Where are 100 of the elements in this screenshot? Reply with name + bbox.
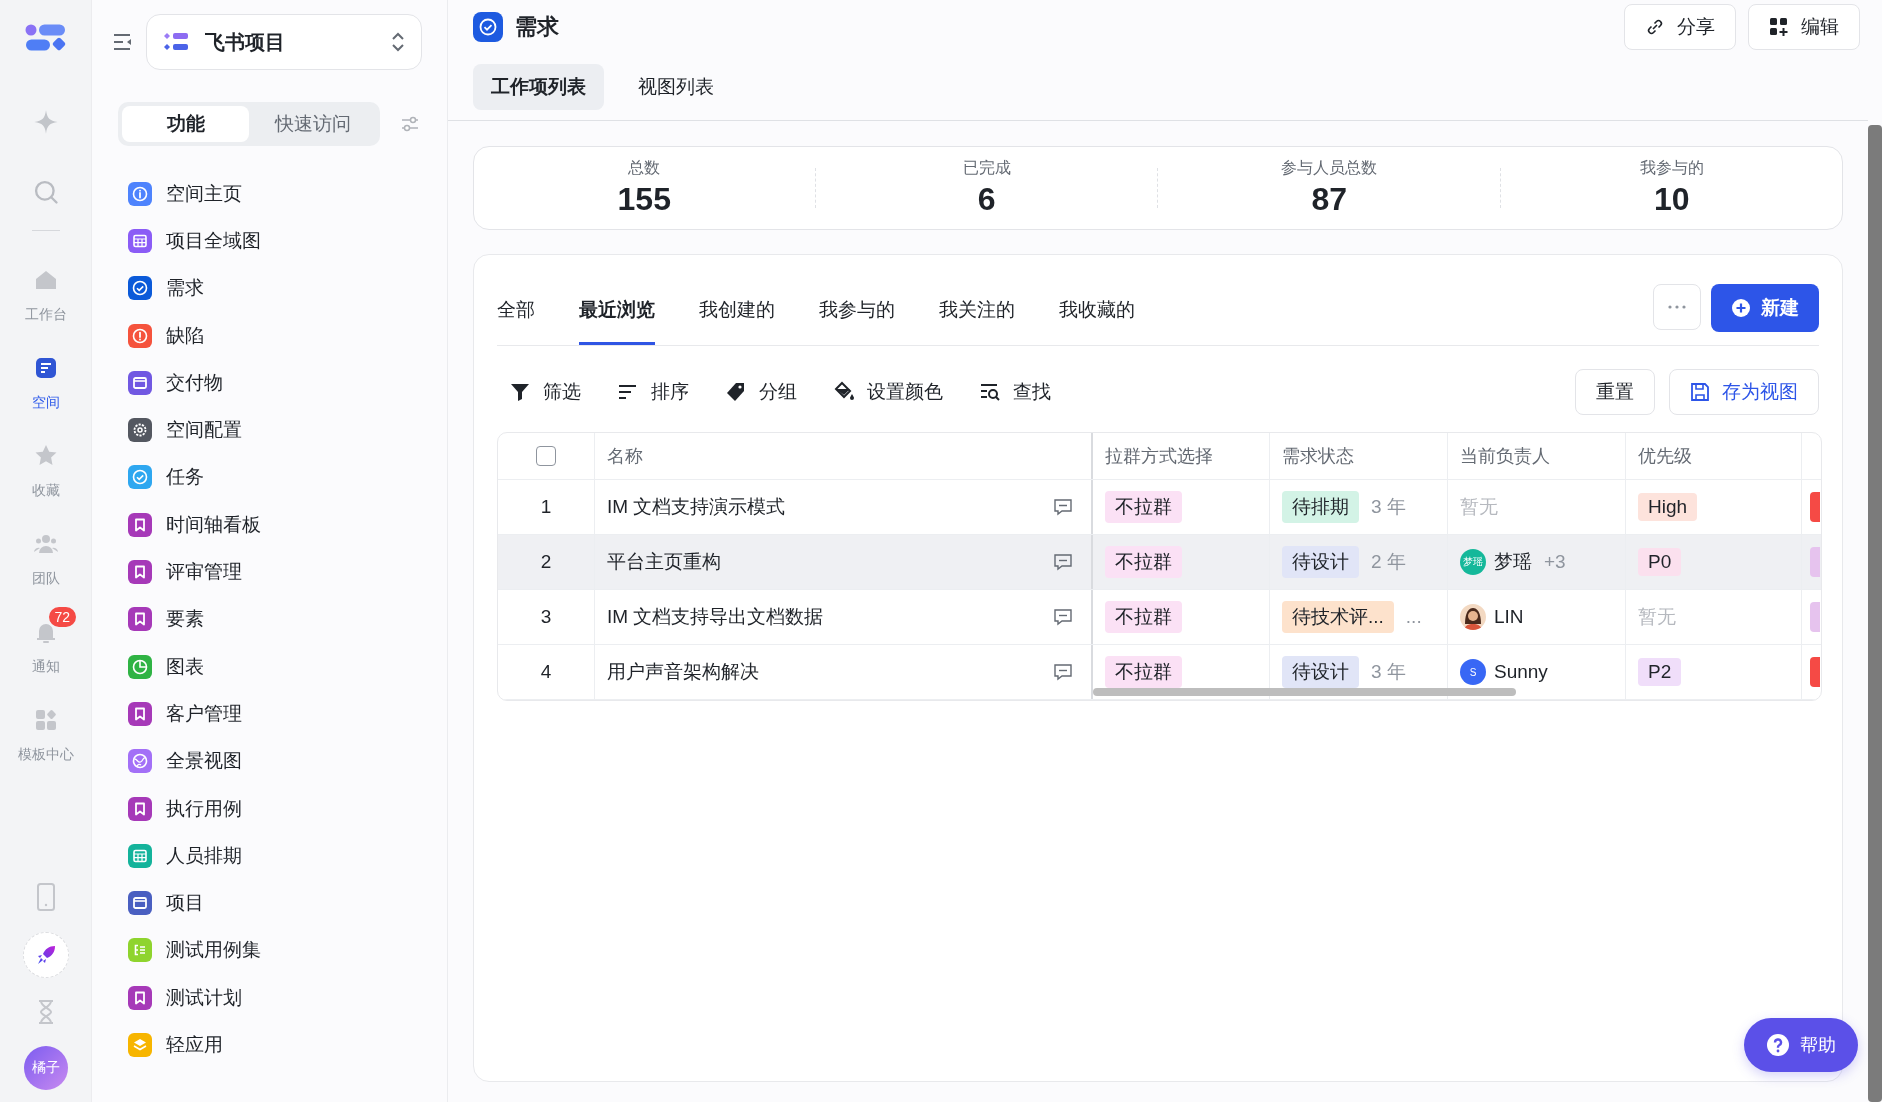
comment-icon[interactable]: [1053, 662, 1073, 682]
nav-item[interactable]: 需求: [92, 264, 447, 312]
column-header: 优先级: [1638, 445, 1692, 468]
table-cell-text: 平台主页重构: [607, 550, 721, 574]
toolbar-button[interactable]: 分组: [725, 379, 797, 405]
owner-name: 梦瑶: [1494, 550, 1532, 574]
status-tag: 待排期: [1282, 491, 1359, 523]
nav-item[interactable]: 任务: [92, 453, 447, 502]
stat-label: 总数: [628, 158, 661, 178]
toolbar-button[interactable]: 设置颜色: [833, 379, 943, 405]
notification-badge: 72: [46, 605, 79, 629]
page-title: 需求: [515, 13, 559, 41]
new-button[interactable]: 新建: [1711, 284, 1819, 332]
group-mode-tag: 不拉群: [1105, 546, 1182, 578]
segment-tab[interactable]: 功能: [122, 106, 249, 142]
rail-item[interactable]: 空间: [3, 339, 88, 427]
view-tab[interactable]: 全部: [497, 285, 535, 345]
view-tab[interactable]: 我创建的: [699, 285, 775, 345]
up-down-chevron-icon: [391, 31, 405, 53]
save-icon: [1690, 382, 1710, 402]
column-header: 名称: [607, 445, 643, 468]
stat-label: 参与人员总数: [1281, 158, 1378, 178]
stat-label: 我参与的: [1639, 158, 1704, 178]
nav-item[interactable]: 轻应用: [92, 1021, 447, 1069]
tag-icon: [725, 381, 747, 403]
nav-item[interactable]: 测试计划: [92, 974, 447, 1022]
nav-item[interactable]: 人员排期: [92, 832, 447, 880]
toolbar-button[interactable]: 排序: [617, 379, 689, 405]
table-cell-text: IM 文档支持演示模式: [607, 495, 786, 519]
rocket-button[interactable]: [22, 932, 69, 978]
nav-item[interactable]: 缺陷: [92, 311, 447, 360]
rail-item[interactable]: 72 通知: [3, 603, 88, 691]
row-number: 4: [540, 661, 552, 683]
table-cell-text: 用户声音架构解决: [607, 660, 759, 684]
owner-avatar: 梦瑶: [1460, 549, 1486, 575]
nav-item[interactable]: 执行用例: [92, 784, 447, 833]
nav-item[interactable]: 全景视图: [92, 737, 447, 785]
help-button[interactable]: 帮助: [1744, 1018, 1858, 1072]
priority-tag: P2: [1638, 658, 1682, 686]
collapse-sidebar-icon[interactable]: [112, 31, 134, 53]
owner-avatar: S: [1460, 659, 1486, 685]
status-tag: 待设计: [1282, 656, 1359, 688]
priority-tag: High: [1638, 493, 1698, 521]
app-logo-icon: [24, 24, 67, 52]
nav-item[interactable]: 空间主页: [92, 170, 447, 218]
toolbar-button[interactable]: 筛选: [509, 379, 581, 405]
owner-name: LIN: [1494, 606, 1524, 628]
nav-item[interactable]: 时间轴看板: [92, 501, 447, 549]
scrollbar[interactable]: [1093, 688, 1516, 696]
checkbox[interactable]: [536, 446, 556, 466]
nav-item[interactable]: 空间配置: [92, 406, 447, 454]
nav-item[interactable]: 交付物: [92, 359, 447, 407]
nav-item[interactable]: 客户管理: [92, 690, 447, 738]
age-text: 3 年: [1371, 660, 1406, 684]
nav-item[interactable]: 图表: [92, 642, 447, 691]
toolbar-button[interactable]: 查找: [979, 379, 1051, 405]
project-selector[interactable]: 飞书项目: [146, 14, 422, 70]
stat-value: 10: [1653, 181, 1690, 218]
age-text: 2 年: [1371, 550, 1406, 574]
status-tag: 待技术评...: [1282, 601, 1394, 633]
owner-count: +3: [1544, 551, 1566, 573]
nav-item[interactable]: 项目: [92, 879, 447, 927]
table-row[interactable]: 2 平台主页重构 不拉群 待设计 2 年 梦瑶 梦瑶 +3 P0: [498, 535, 1821, 590]
stat-value: 6: [977, 181, 996, 218]
comment-icon[interactable]: [1053, 552, 1073, 572]
nav-item[interactable]: 评审管理: [92, 548, 447, 596]
save-view-button[interactable]: 存为视图: [1669, 369, 1819, 415]
nav-item[interactable]: 要素: [92, 595, 447, 643]
table-row[interactable]: 3 IM 文档支持导出文档数据 不拉群 待技术评... ... LIN 暂无: [498, 590, 1821, 645]
find-icon: [979, 381, 1001, 403]
reset-button[interactable]: 重置: [1575, 369, 1655, 415]
owner-empty: 暂无: [1460, 495, 1498, 519]
user-avatar[interactable]: 橘子: [23, 1046, 68, 1090]
comment-icon[interactable]: [1053, 607, 1073, 627]
view-tab[interactable]: 最近浏览: [579, 285, 655, 345]
priority-empty: 暂无: [1638, 605, 1676, 629]
nav-item[interactable]: 测试用例集: [92, 926, 447, 975]
row-number: 1: [540, 496, 552, 518]
page-tab[interactable]: 工作项列表: [473, 64, 604, 110]
column-header: 当前负责人: [1460, 445, 1550, 468]
stat-value: 87: [1311, 181, 1348, 218]
comment-icon[interactable]: [1053, 497, 1073, 517]
nav-item[interactable]: 项目全域图: [92, 217, 447, 265]
more-button[interactable]: [1653, 284, 1701, 330]
edit-button[interactable]: 编辑: [1748, 4, 1860, 50]
stat-label: 已完成: [962, 158, 1011, 178]
owner-name: Sunny: [1494, 661, 1548, 683]
page-tab[interactable]: 视图列表: [620, 64, 732, 110]
view-tab[interactable]: 我关注的: [939, 285, 1015, 345]
paint-bucket-icon: [833, 381, 855, 403]
share-button[interactable]: 分享: [1624, 4, 1736, 50]
link-icon: [1645, 17, 1665, 37]
view-tab[interactable]: 我收藏的: [1059, 285, 1135, 345]
scrollbar[interactable]: [1868, 125, 1882, 1102]
column-header: 拉群方式选择: [1105, 445, 1213, 468]
segment-tab[interactable]: 快速访问: [249, 106, 376, 142]
sliders-icon[interactable]: [400, 114, 420, 134]
view-tab[interactable]: 我参与的: [819, 285, 895, 345]
priority-tag: P0: [1638, 548, 1682, 576]
group-mode-tag: 不拉群: [1105, 491, 1182, 523]
